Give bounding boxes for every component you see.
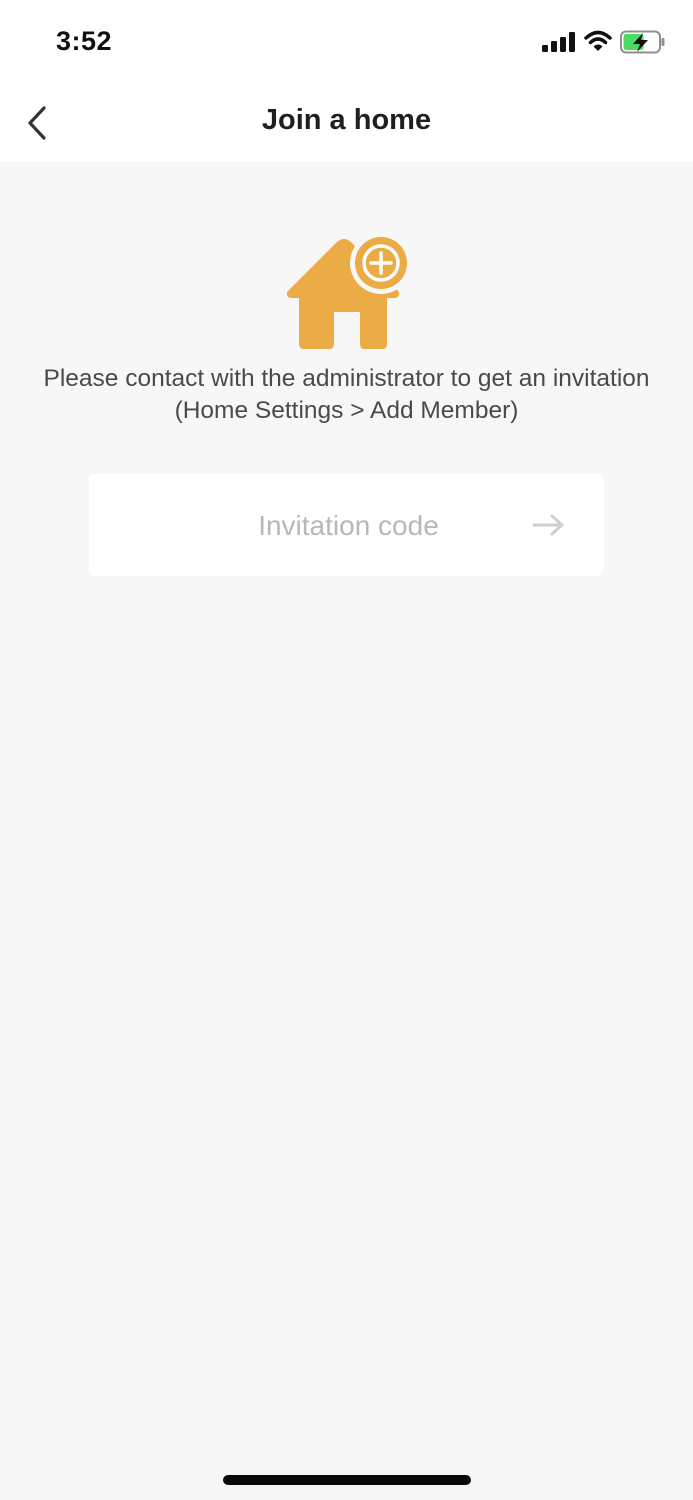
invitation-code-box — [89, 474, 604, 576]
wifi-icon — [584, 30, 612, 51]
battery-charging-icon — [620, 30, 665, 54]
page-title: Join a home — [261, 104, 432, 136]
invitation-code-input[interactable] — [159, 500, 538, 552]
status-time: 3:52 — [56, 26, 113, 56]
arrow-right-icon — [532, 514, 564, 536]
header-area: 3:52 Join a home — [0, 0, 693, 162]
join-home-screen: 3:52 Join a home Please contact with the… — [0, 0, 693, 1500]
home-indicator[interactable] — [223, 1475, 471, 1485]
house-add-icon — [286, 236, 410, 349]
cellular-signal-icon — [542, 32, 575, 52]
status-bar: 3:52 — [0, 0, 693, 84]
navigation-bar: Join a home — [0, 84, 693, 162]
submit-invitation-button[interactable] — [531, 509, 567, 541]
instruction-text: Please contact with the administrator to… — [43, 365, 650, 424]
